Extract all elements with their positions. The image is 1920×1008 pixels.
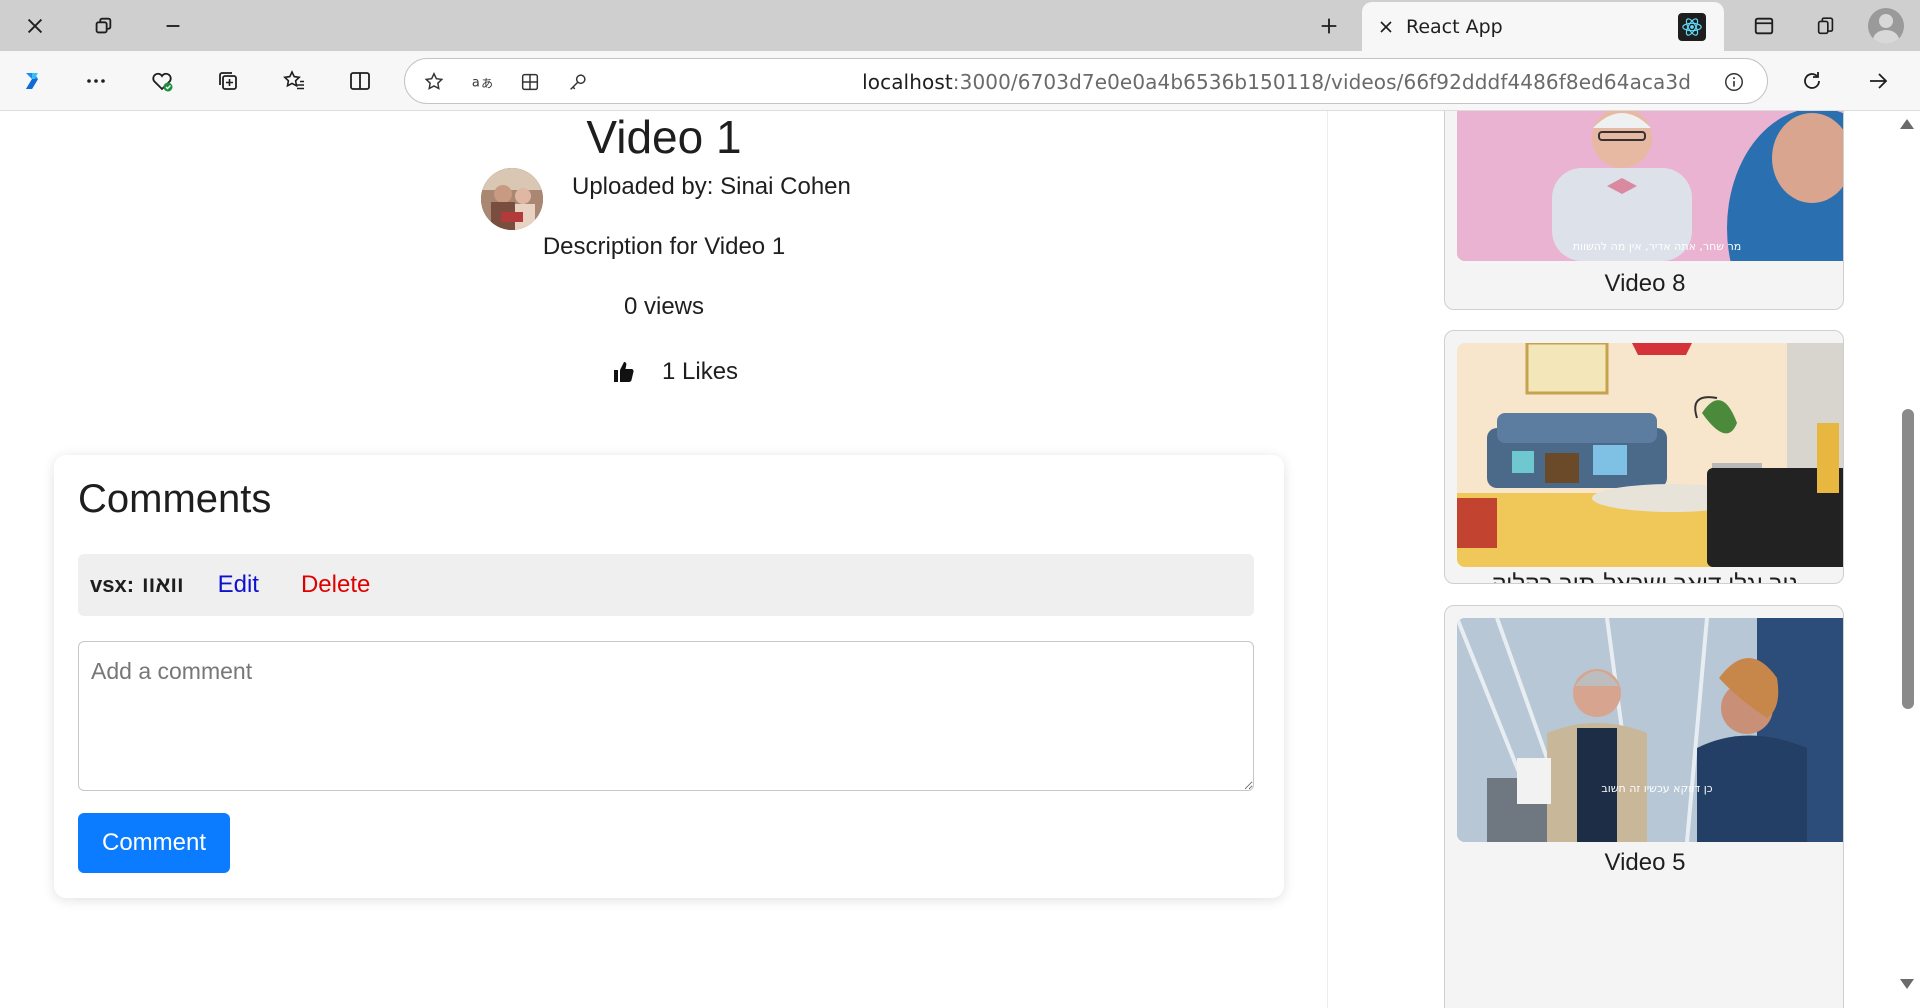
video-main-section: Video 1 Uploaded by: Sinai Cohen Descrip… (6, 111, 1328, 1008)
video-title: Video 1 (586, 111, 742, 163)
passwords-key-icon[interactable] (565, 69, 591, 95)
workspaces-icon[interactable] (1800, 6, 1852, 46)
apps-grid-icon[interactable] (517, 69, 543, 95)
video-thumbnail[interactable]: כן דווקא עכשיו זה חשוב (1457, 618, 1843, 842)
video-thumbnail[interactable] (1457, 343, 1843, 567)
page-scrollbar[interactable] (1894, 111, 1920, 1008)
sidebar-panel-icon[interactable] (1738, 6, 1790, 46)
refresh-icon[interactable] (1790, 61, 1834, 101)
read-aloud-translate-icon[interactable]: aあ (469, 69, 495, 95)
comment-author: vsx: (90, 572, 135, 597)
video-description: Description for Video 1 (542, 233, 786, 260)
collections-icon[interactable] (206, 61, 250, 101)
react-favicon-icon (1678, 13, 1706, 41)
delete-comment-link[interactable]: Delete (301, 571, 370, 599)
tab-title: React App (1406, 15, 1503, 38)
comment-item: vsx: וואוו Edit Delete (78, 554, 1254, 616)
close-window-icon[interactable] (9, 6, 61, 46)
thumbnail-caption: כן דווקא עכשיו זה חשוב (1601, 782, 1712, 795)
thumbnail-caption: מר שחר, אתה אדיר, אין מה להשוות (1573, 240, 1742, 253)
url-path: :3000/6703d7e0e0a4b6536b150118/videos/66… (952, 70, 1691, 94)
url-host: localhost (862, 70, 953, 94)
related-videos-sidebar: מר שחר, אתה אדיר, אין מה להשוות Video 8 (1328, 111, 1888, 1008)
browser-tab-bar: React App (0, 0, 1920, 51)
more-options-icon[interactable] (74, 61, 118, 101)
browser-essentials-icon[interactable] (140, 61, 184, 101)
scrollbar-thumb[interactable] (1902, 409, 1914, 709)
svg-text:あ: あ (481, 77, 493, 91)
video-card[interactable]: מר שחר, אתה אדיר, אין מה להשוות Video 8 (1444, 111, 1844, 310)
split-screen-icon[interactable] (338, 61, 382, 101)
address-bar[interactable]: aあ localhost:3000/6703d7e0e0a4b6536b1501… (404, 58, 1768, 104)
thumbs-up-icon[interactable] (610, 358, 638, 386)
comments-heading: Comments (78, 477, 272, 521)
browser-toolbar: aあ localhost:3000/6703d7e0e0a4b6536b1501… (0, 51, 1920, 111)
close-tab-icon[interactable] (1366, 7, 1406, 47)
likes-count: 1 Likes (662, 358, 739, 385)
forward-arrow-icon[interactable] (1856, 61, 1900, 101)
scroll-up-arrow-icon[interactable] (1900, 119, 1914, 129)
active-tab[interactable]: React App (1362, 2, 1724, 51)
add-favorite-star-icon[interactable] (421, 69, 447, 95)
related-video-title[interactable]: ניר וגלי דואר ישראל-תור בקליק (1445, 571, 1843, 583)
site-info-icon[interactable] (1721, 69, 1747, 95)
likes-section: 1 Likes (610, 358, 738, 386)
edit-comment-link[interactable]: Edit (218, 571, 259, 599)
video-card[interactable]: ניר וגלי דואר ישראל-תור בקליק (1444, 330, 1844, 584)
scroll-down-arrow-icon[interactable] (1900, 979, 1914, 989)
comment-text: וואוו (142, 572, 184, 597)
comment-input[interactable] (78, 641, 1254, 791)
submit-comment-button[interactable]: Comment (78, 813, 230, 873)
video-card[interactable]: כן דווקא עכשיו זה חשוב Video 5 (1444, 605, 1844, 1008)
uploader-avatar (481, 168, 543, 230)
uploaded-by-text: Uploaded by: Sinai Cohen (572, 173, 851, 200)
view-count: 0 views (623, 293, 705, 320)
minimize-window-icon[interactable] (147, 6, 199, 46)
related-video-title[interactable]: Video 5 (1445, 849, 1843, 877)
profile-avatar-icon[interactable] (1868, 8, 1904, 44)
url-text[interactable]: localhost:3000/6703d7e0e0a4b6536b150118/… (862, 70, 1691, 94)
related-video-title[interactable]: Video 8 (1445, 270, 1843, 298)
new-tab-icon[interactable] (1303, 6, 1355, 46)
restore-window-icon[interactable] (77, 6, 129, 46)
favorites-icon[interactable] (272, 61, 316, 101)
video-thumbnail[interactable]: מר שחר, אתה אדיר, אין מה להשוות (1457, 111, 1843, 261)
page-viewport: Video 1 Uploaded by: Sinai Cohen Descrip… (0, 111, 1920, 1008)
comments-card: Comments vsx: וואוו Edit Delete Comment (54, 455, 1284, 898)
svg-text:a: a (472, 76, 480, 91)
copilot-icon[interactable] (10, 61, 54, 101)
